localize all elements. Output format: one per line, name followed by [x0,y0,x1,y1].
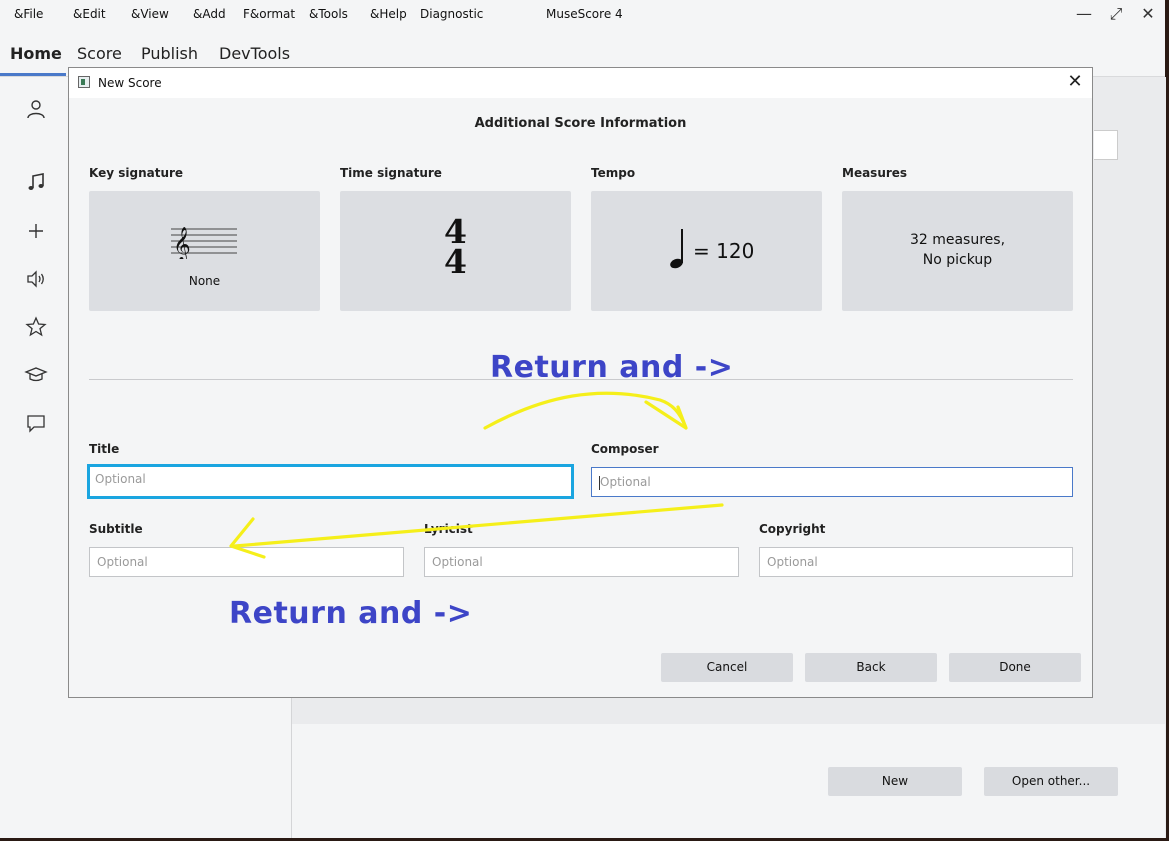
app-window: &File &Edit &View &Add F&ormat &Tools &H… [0,0,1166,838]
arrow-head-top [644,400,688,430]
annotation-arrows [229,391,724,559]
arrow-head-bottom [229,517,266,559]
arrow-line-bottom [233,503,724,548]
arrow-curve-top [483,391,688,430]
